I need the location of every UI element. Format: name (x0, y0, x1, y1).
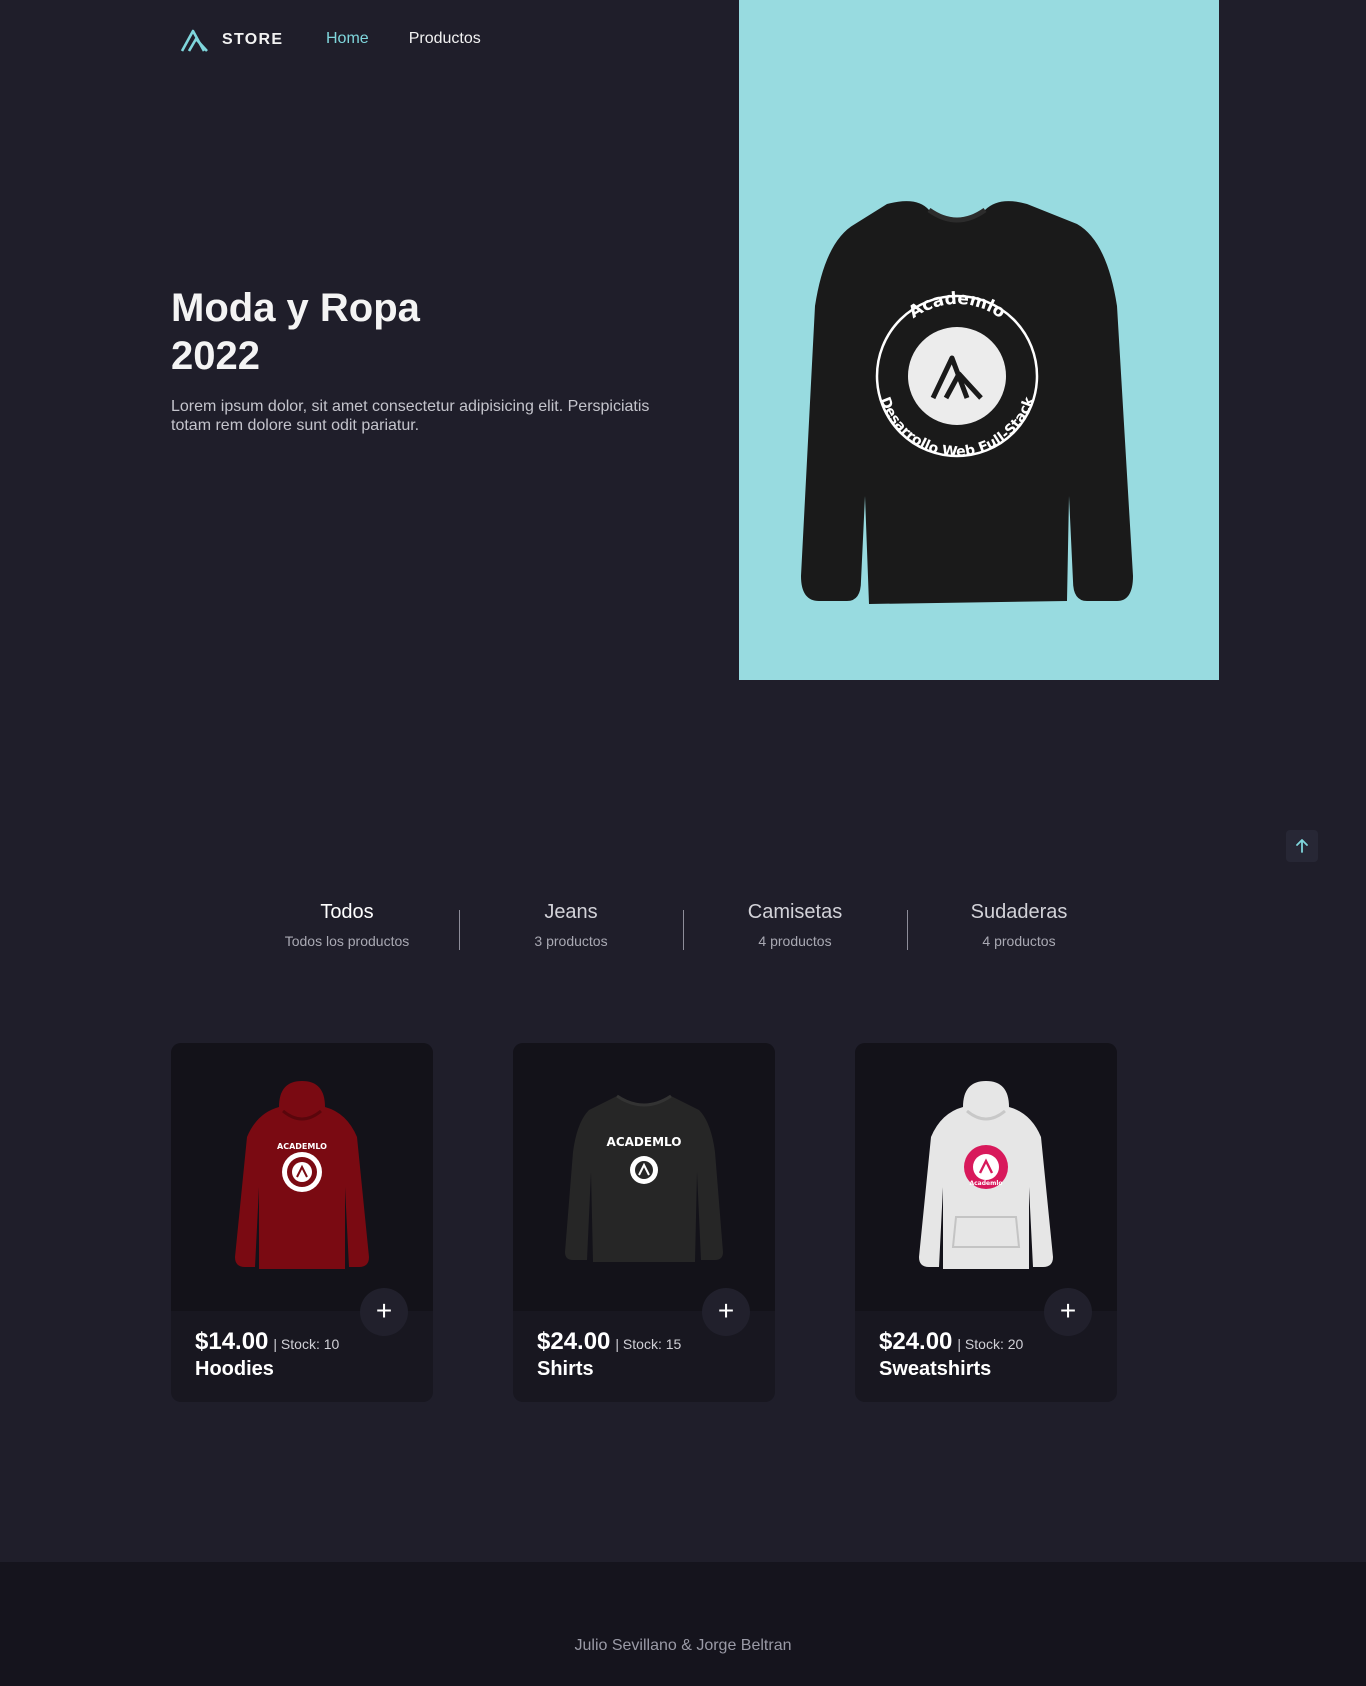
hoodie-image: ACADEMLO (235, 1081, 369, 1269)
filter-count: 4 productos (982, 933, 1056, 949)
nav-home-link[interactable]: Home (326, 30, 369, 48)
filter-name: Camisetas (747, 901, 843, 923)
filter-count: Todos los productos (284, 933, 410, 949)
product-name: Hoodies (195, 1358, 274, 1380)
add-to-cart-button[interactable]: + (1044, 1288, 1092, 1336)
filter-camisetas[interactable]: Camisetas 4 productos (683, 900, 907, 960)
scroll-top-button[interactable] (1286, 830, 1318, 862)
product-image: ACADEMLO (513, 1043, 775, 1311)
footer: Julio Sevillano & Jorge Beltran (0, 1562, 1366, 1686)
product-stock: | Stock: 15 (615, 1336, 682, 1352)
product-stock: | Stock: 20 (957, 1336, 1024, 1352)
product-info: $24.00 | Stock: 20 Sweatshirts (879, 1328, 1023, 1381)
arrow-up-icon (1296, 839, 1308, 853)
product-stock: | Stock: 10 (273, 1336, 340, 1352)
main-nav: Home Productos (326, 30, 481, 48)
product-info: $24.00 | Stock: 15 Shirts (537, 1328, 681, 1381)
sweatshirt-image: Academlo Desarrollo Web Full-Stack (801, 201, 1133, 604)
footer-credits: Julio Sevillano & Jorge Beltran (574, 1637, 792, 1654)
product-card[interactable]: ACADEMLO + $24.00 | Stock: 15 Shirts (513, 1043, 775, 1402)
product-name: Shirts (537, 1358, 594, 1380)
product-price: $14.00 (195, 1328, 269, 1355)
hero-title: Moda y Ropa 2022 (171, 284, 571, 380)
nav-productos-link[interactable]: Productos (409, 30, 481, 48)
product-logo-text: Academlo (969, 1180, 1002, 1187)
product-card[interactable]: ACADEMLO + $14.00 | Stock: 10 Hoodies (171, 1043, 433, 1402)
page: STORE Home Productos 0 Moda y Ropa 2022 (0, 0, 1366, 1686)
hero-title-line2: 2022 (171, 334, 260, 378)
brand[interactable]: STORE (180, 27, 283, 53)
product-card[interactable]: Academlo + $24.00 | Stock: 20 Sweatshirt… (855, 1043, 1117, 1402)
filter-name: Jeans (544, 901, 598, 923)
product-name: Sweatshirts (879, 1358, 992, 1380)
filter-todos[interactable]: Todos Todos los productos (235, 900, 459, 960)
filter-count: 3 productos (534, 933, 608, 949)
hero-title-line1: Moda y Ropa (171, 286, 420, 330)
product-image: Academlo (855, 1043, 1117, 1311)
hero-description: Lorem ipsum dolor, sit amet consectetur … (171, 398, 650, 434)
add-to-cart-button[interactable]: + (360, 1288, 408, 1336)
product-price: $24.00 (537, 1328, 611, 1355)
brand-name: STORE (222, 31, 284, 48)
filter-jeans[interactable]: Jeans 3 productos (459, 900, 683, 960)
filter-name: Sudaderas (970, 901, 1068, 923)
white-hoodie-image: Academlo (919, 1081, 1053, 1269)
product-logo-text: ACADEMLO (277, 1142, 327, 1151)
filter-sudaderas[interactable]: Sudaderas 4 productos (907, 900, 1131, 960)
hero-image: Academlo Desarrollo Web Full-Stack (739, 0, 1219, 680)
product-info: $14.00 | Stock: 10 Hoodies (195, 1328, 339, 1381)
product-image: ACADEMLO (171, 1043, 433, 1311)
filter-count: 4 productos (758, 933, 832, 949)
academlo-logo-icon (180, 29, 208, 52)
category-filters: Todos Todos los productos Jeans 3 produc… (235, 900, 1131, 960)
sweatshirt-image: ACADEMLO (565, 1094, 723, 1262)
product-logo-text: ACADEMLO (607, 1135, 682, 1149)
add-to-cart-button[interactable]: + (702, 1288, 750, 1336)
product-price: $24.00 (879, 1328, 953, 1355)
filter-name: Todos (320, 901, 374, 923)
